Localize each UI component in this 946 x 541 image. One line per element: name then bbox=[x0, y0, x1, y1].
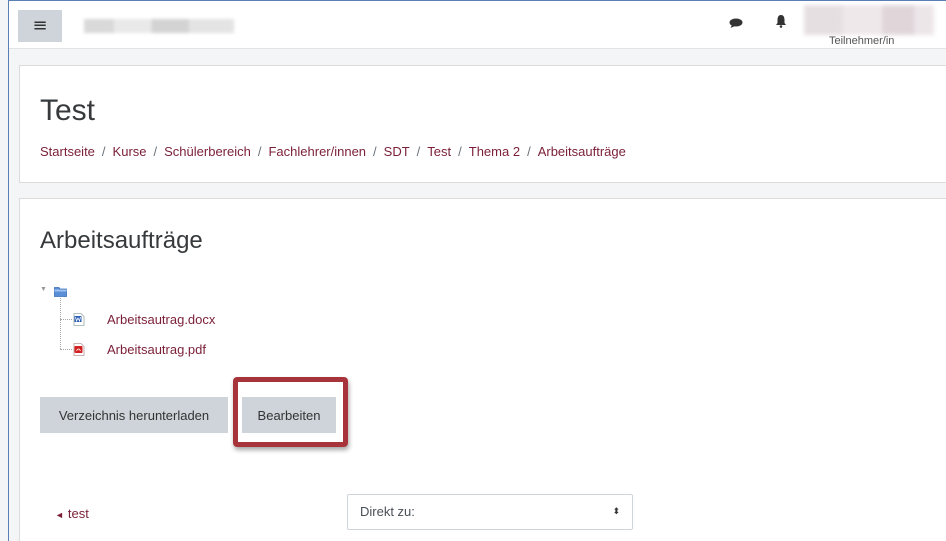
edit-button[interactable]: Bearbeiten bbox=[242, 397, 336, 433]
breadcrumb-startseite[interactable]: Startseite bbox=[40, 144, 95, 159]
folder-icon[interactable] bbox=[54, 286, 67, 297]
arrow-left-icon: ◄ bbox=[55, 510, 64, 520]
breadcrumb-separator: / bbox=[153, 144, 158, 159]
page-header: Test Startseite / Kurse / Schülerbereich / Fac… bbox=[19, 65, 946, 183]
site-name-redacted bbox=[84, 19, 234, 33]
collapse-triangle-icon[interactable]: ▼ bbox=[40, 286, 47, 293]
folder-content: Arbeitsaufträge ▼ Arbeitsautrag.docx Arb… bbox=[19, 198, 946, 541]
section-title: Arbeitsaufträge bbox=[40, 227, 203, 254]
breadcrumb-thema-2[interactable]: Thema 2 bbox=[469, 144, 520, 159]
previous-activity-label: test bbox=[67, 506, 89, 521]
jump-to-select-value: Direkt zu: bbox=[360, 504, 415, 519]
breadcrumb-kurse[interactable]: Kurse bbox=[113, 144, 147, 159]
breadcrumb-separator: / bbox=[101, 144, 106, 159]
hamburger-icon: ≡ bbox=[32, 15, 48, 36]
hamburger-menu-button[interactable]: ≡ bbox=[18, 10, 62, 42]
list-item: Arbeitsautrag.docx bbox=[73, 310, 215, 328]
breadcrumb-separator: / bbox=[373, 144, 377, 159]
list-item: Arbeitsautrag.pdf bbox=[73, 340, 206, 358]
browser-frame: ≡ Teilnehmer/in Test Startseite / Kurse / Sc… bbox=[8, 0, 946, 541]
word-doc-icon bbox=[73, 312, 85, 326]
download-folder-button[interactable]: Verzeichnis herunterladen bbox=[40, 397, 228, 433]
breadcrumb-separator: / bbox=[416, 144, 421, 159]
page-title: Test bbox=[40, 94, 96, 127]
breadcrumb-separator: / bbox=[257, 144, 262, 159]
breadcrumb-test[interactable]: Test bbox=[427, 144, 451, 159]
bell-icon[interactable] bbox=[775, 14, 787, 28]
folder-tree: ▼ Arbeitsautrag.docx Arbeitsautrag.pdf bbox=[40, 281, 340, 371]
navbar: ≡ Teilnehmer/in bbox=[9, 1, 946, 49]
breadcrumb: Startseite / Kurse / Schülerbereich / Fachlehr… bbox=[40, 144, 626, 159]
breadcrumb-separator: / bbox=[527, 144, 531, 159]
jump-to-select[interactable]: Direkt zu: ⬍ bbox=[347, 494, 633, 530]
user-name-redacted[interactable] bbox=[804, 5, 934, 35]
previous-activity-link[interactable]: ◄ test bbox=[55, 506, 89, 521]
file-link-docx[interactable]: Arbeitsautrag.docx bbox=[107, 312, 215, 327]
breadcrumb-separator: / bbox=[458, 144, 462, 159]
tree-connector bbox=[60, 349, 72, 350]
chat-icon[interactable] bbox=[729, 18, 743, 28]
pdf-icon bbox=[73, 342, 85, 356]
file-link-pdf[interactable]: Arbeitsautrag.pdf bbox=[107, 342, 206, 357]
breadcrumb-schuelerbereich[interactable]: Schülerbereich bbox=[164, 144, 251, 159]
select-arrows-icon: ⬍ bbox=[612, 507, 620, 517]
tree-connector bbox=[60, 298, 61, 349]
breadcrumb-arbeitsauftraege[interactable]: Arbeitsaufträge bbox=[538, 144, 626, 159]
tree-connector bbox=[60, 319, 72, 320]
breadcrumb-fachlehrer[interactable]: Fachlehrer/innen bbox=[268, 144, 366, 159]
user-role: Teilnehmer/in bbox=[829, 35, 895, 47]
breadcrumb-sdt[interactable]: SDT bbox=[384, 144, 410, 159]
